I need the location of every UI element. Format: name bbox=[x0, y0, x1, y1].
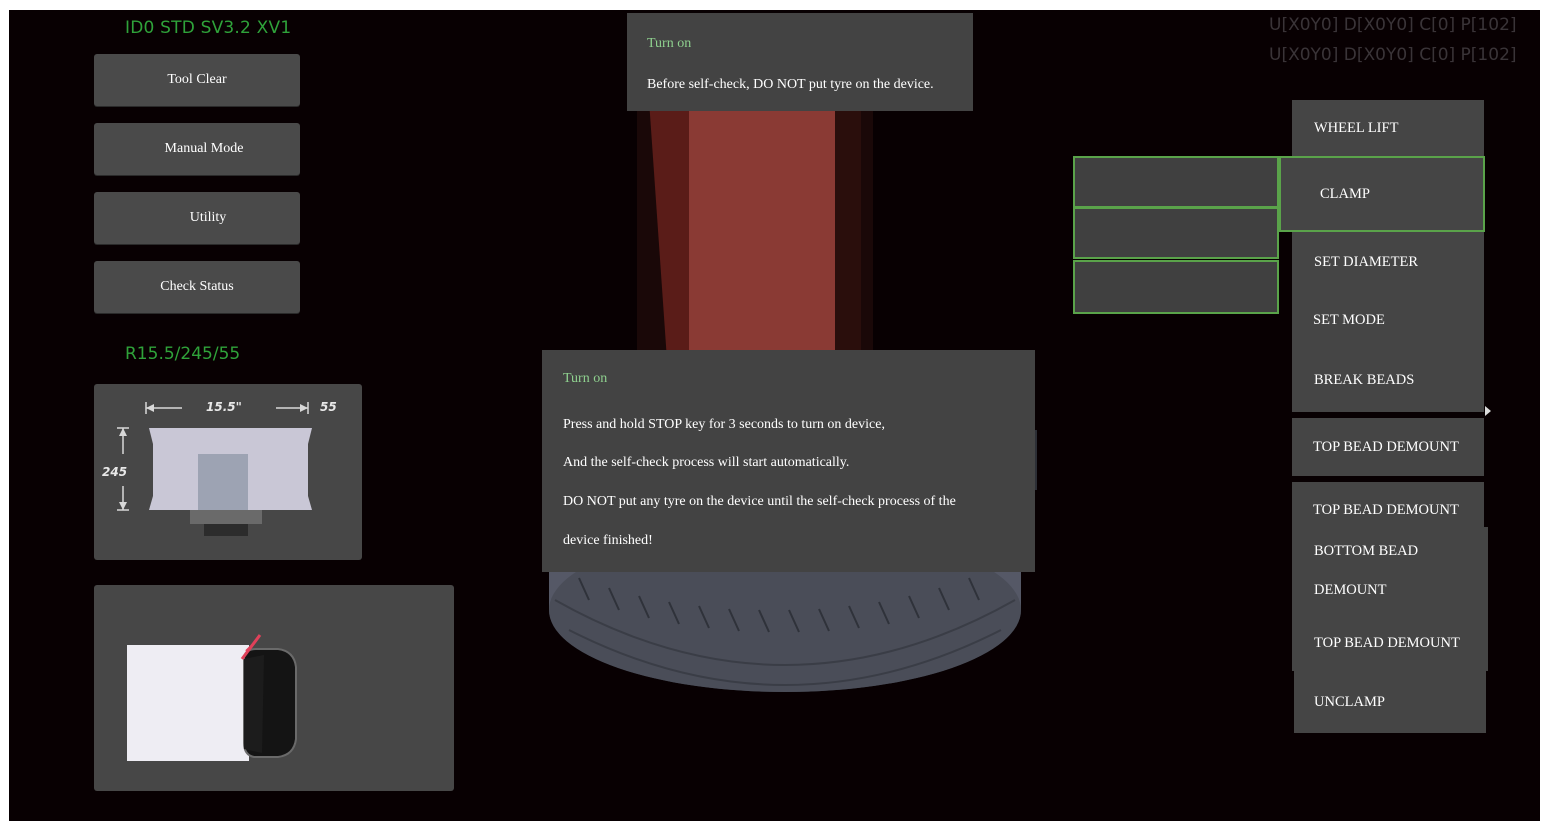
manual-mode-button[interactable]: Manual Mode bbox=[94, 123, 300, 175]
step-top-bead-demount-3[interactable]: TOP BEAD DEMOUNT bbox=[1292, 615, 1488, 671]
utility-button[interactable]: Utility bbox=[94, 192, 300, 244]
bead-position-diagram bbox=[127, 634, 297, 761]
tool-clear-button[interactable]: Tool Clear bbox=[94, 54, 300, 106]
version-label: ID0 STD SV3.2 XV1 bbox=[125, 18, 292, 38]
pointer-icon bbox=[1485, 406, 1491, 416]
turn-on-notice-title: Turn on bbox=[647, 36, 692, 51]
machine-screen: ID0 STD SV3.2 XV1 U[X0Y0] D[X0Y0] C[0] P… bbox=[9, 10, 1540, 821]
step-top-bead-demount-3-label: TOP BEAD DEMOUNT bbox=[1314, 634, 1460, 651]
status-line-1: U[X0Y0] D[X0Y0] C[0] P[102] bbox=[1269, 15, 1517, 35]
instruction-line-4: device finished! bbox=[563, 533, 653, 548]
step-clamp-label: CLAMP bbox=[1320, 185, 1370, 202]
step-set-mode[interactable]: SET MODE bbox=[1292, 292, 1484, 348]
step-clamp[interactable]: CLAMP bbox=[1279, 156, 1485, 232]
instruction-line-2: And the self-check process will start au… bbox=[563, 455, 850, 470]
rim-diameter-value: 15.5" bbox=[206, 400, 242, 414]
step-wheel-lift-label: WHEEL LIFT bbox=[1314, 119, 1399, 136]
status-line-2: U[X0Y0] D[X0Y0] C[0] P[102] bbox=[1269, 45, 1517, 65]
aspect-ratio-value: 55 bbox=[320, 400, 337, 414]
check-status-label: Check Status bbox=[160, 279, 234, 294]
turn-on-instructions-title: Turn on bbox=[563, 371, 608, 386]
step-wheel-lift[interactable]: WHEEL LIFT bbox=[1292, 100, 1484, 156]
manual-mode-label: Manual Mode bbox=[164, 141, 244, 156]
step-set-mode-label: SET MODE bbox=[1313, 311, 1385, 328]
turn-on-notice-message: Before self-check, DO NOT put tyre on th… bbox=[647, 77, 934, 92]
instruction-line-3: DO NOT put any tyre on the device until … bbox=[563, 494, 956, 509]
step-break-beads-label: BREAK BEADS bbox=[1314, 371, 1415, 388]
check-status-button[interactable]: Check Status bbox=[94, 261, 300, 313]
step-break-beads[interactable]: BREAK BEADS bbox=[1292, 348, 1484, 412]
step-top-bead-demount-1[interactable]: TOP BEAD DEMOUNT bbox=[1292, 418, 1484, 476]
tool-clear-label: Tool Clear bbox=[167, 72, 227, 87]
step-set-diameter[interactable]: SET DIAMETER bbox=[1292, 232, 1484, 292]
tyre-spec-label: R15.5/245/55 bbox=[125, 344, 241, 364]
step-top-bead-demount-1-label: TOP BEAD DEMOUNT bbox=[1313, 438, 1459, 455]
step-bottom-bead-line-1: BOTTOM BEAD bbox=[1314, 543, 1419, 559]
step-unclamp[interactable]: UNCLAMP bbox=[1294, 671, 1486, 733]
clamp-option-box-1[interactable] bbox=[1073, 156, 1279, 208]
clamp-option-box-2[interactable] bbox=[1073, 207, 1279, 259]
clamp-option-box-3[interactable] bbox=[1073, 260, 1279, 314]
turn-on-notice-popup: Turn on Before self-check, DO NOT put ty… bbox=[627, 13, 973, 111]
step-unclamp-label: UNCLAMP bbox=[1314, 693, 1385, 710]
utility-label: Utility bbox=[189, 210, 227, 225]
step-set-diameter-label: SET DIAMETER bbox=[1314, 253, 1419, 270]
turn-on-instructions-popup: Turn on Press and hold STOP key for 3 se… bbox=[542, 350, 1035, 572]
bead-position-panel bbox=[94, 585, 454, 791]
instruction-line-1: Press and hold STOP key for 3 seconds to… bbox=[563, 417, 885, 432]
step-bottom-bead-line-2: DEMOUNT bbox=[1314, 582, 1387, 598]
tyre-width-value: 245 bbox=[102, 465, 128, 479]
tyre-dimension-panel: 15.5" 55 245 bbox=[94, 384, 362, 560]
step-top-bead-demount-2-label: TOP BEAD DEMOUNT bbox=[1313, 501, 1459, 518]
step-bottom-bead-demount[interactable]: BOTTOM BEAD DEMOUNT bbox=[1292, 527, 1488, 615]
